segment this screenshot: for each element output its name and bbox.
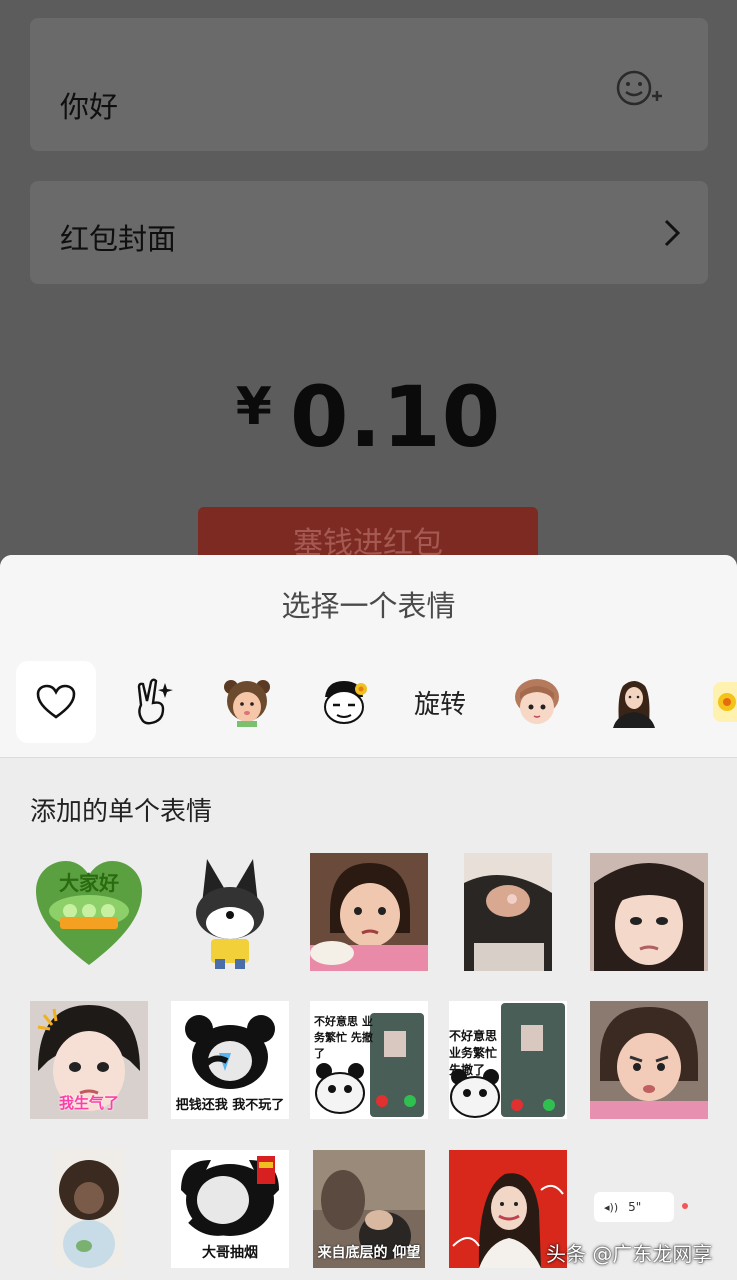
sticker-toddler-pout[interactable] [590,1001,708,1119]
section-title: 添加的单个表情 [30,797,213,827]
sticker-image [310,853,428,971]
greeting-field[interactable]: 你好 [30,18,708,151]
sticker-looking-up[interactable]: 来自底层的 仰望 [313,1150,425,1268]
sticker-image [196,859,264,969]
sticker-panda-smoking[interactable]: 大哥抽烟 [171,1150,289,1268]
sticker-caption: 不好意思 业务繁忙 先撤了 [314,1015,373,1060]
sticker-image [54,1150,124,1268]
sticker-girl-frown[interactable] [590,853,708,971]
pack-tab-cartoon-girl[interactable] [497,661,577,743]
sticker-husky-cartoon[interactable] [171,853,289,971]
currency-symbol: ¥ [235,377,272,437]
voice-duration: 5" [628,1200,642,1214]
emoji-add-icon[interactable] [614,68,664,108]
sticker-busy-panda-1[interactable]: 不好意思 业务繁忙 先撤了 [310,1001,428,1119]
sticker-caption: 我生气了 [58,1094,119,1112]
cover-label: 红包封面 [60,222,177,256]
sticker-busy-panda-2[interactable]: 不好意思 业务繁忙 先撤了 [449,1001,567,1119]
sticker-hairy-baby[interactable] [54,1150,124,1268]
sheet-header: 选择一个表情 旋转 [0,555,737,758]
cartoon-girl-icon [515,679,559,724]
sticker-panda-crying[interactable]: 把钱还我 我不玩了 [171,1001,289,1119]
greeting-text: 你好 [60,90,119,124]
woman-portrait-icon [613,681,655,728]
sticker-hand-photo[interactable] [464,853,552,971]
meme-face-icon [324,681,367,724]
red-packet-cover-row[interactable]: 红包封面 [30,181,708,284]
amount-value: 0.10 [289,368,502,466]
heart-icon [36,684,76,719]
voice-message-bubble[interactable]: ◂)) 5" [594,1192,674,1222]
watermark: 头条 @广东龙网享 [546,1242,713,1266]
sticker-pack-tabs: 旋转 [0,661,737,743]
pack-tab-gestures[interactable] [113,661,193,743]
sticker-caption: 把钱还我 我不玩了 [175,1098,285,1113]
sticker-caption: 大哥抽烟 [202,1245,258,1261]
pack-tab-label: 旋转 [413,689,466,720]
amount-display: ¥0.10 [0,368,737,466]
sticker-caption: 来自底层的 仰望 [317,1245,421,1261]
flower-sticker-icon [713,682,737,722]
sheet-title: 选择一个表情 [281,589,456,623]
sticker-caption: 大家好 [59,871,119,895]
pack-tab-bear-baby[interactable] [207,661,287,743]
victory-hand-icon [137,678,173,725]
sticker-hello-heart[interactable]: 大家好 [30,853,148,971]
sticker-image [464,853,552,971]
sticker-toddler-eating[interactable] [310,853,428,971]
voice-wave-icon: ◂)) [604,1200,619,1214]
emoji-picker-sheet: 选择一个表情 旋转 添加的单个表情 大家好 我生气了 把钱还我 我不玩了 不好意… [0,555,737,1280]
red-packet-page: 你好 红包封面 ¥0.10 塞钱进红包 [0,0,737,577]
sticker-caption: 不好意思 业务繁忙 先撤了 [449,1029,498,1077]
pack-tab-meme-face[interactable] [304,661,384,743]
sticker-image [590,1001,708,1119]
pack-tab-woman-portrait[interactable] [594,661,674,743]
chevron-right-icon [664,219,680,247]
pack-tab-flower[interactable] [690,661,737,743]
pack-tab-rotate[interactable]: 旋转 [400,661,480,743]
sticker-angry-girl[interactable]: 我生气了 [30,1001,148,1119]
pack-tab-favorites[interactable] [16,661,96,743]
sticker-image [590,853,708,971]
bear-hat-baby-icon [224,680,270,727]
unread-dot [682,1203,688,1209]
